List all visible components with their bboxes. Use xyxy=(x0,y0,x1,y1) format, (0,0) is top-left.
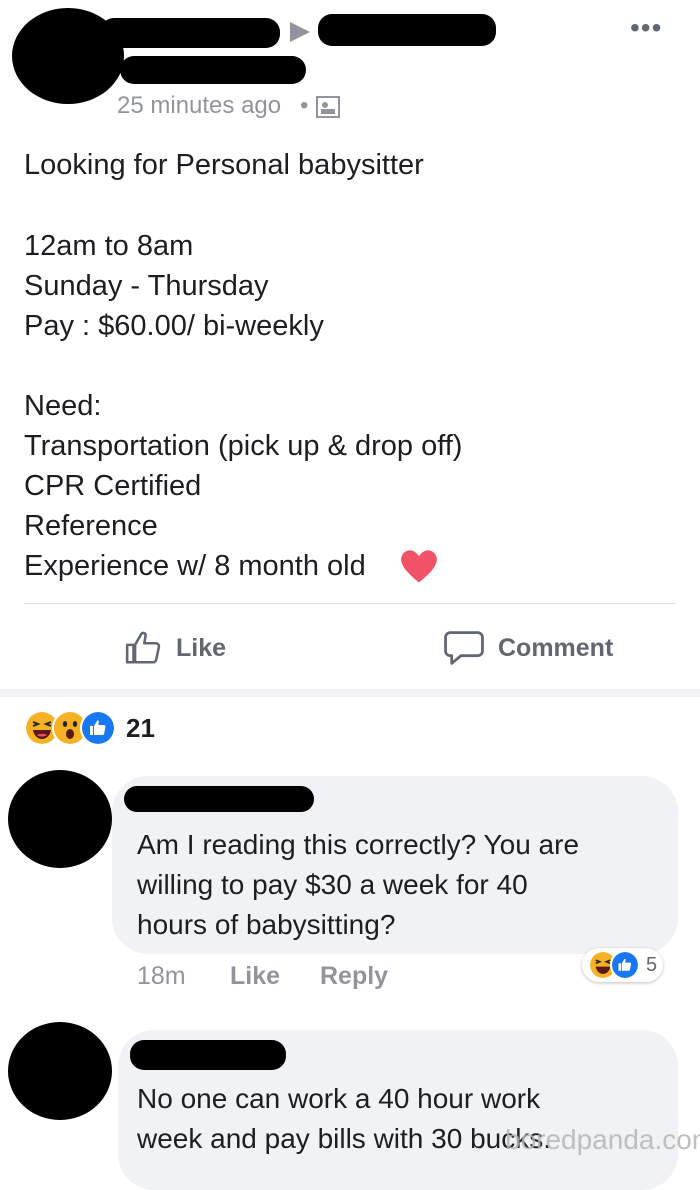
redacted-commenter-avatar xyxy=(8,1022,112,1120)
comment-text-line: Am I reading this correctly? You are xyxy=(137,829,580,860)
post-need-experience: Experience w/ 8 month old xyxy=(24,550,366,582)
comment-text-line: hours of babysitting? xyxy=(137,909,396,940)
post-divider xyxy=(24,603,676,604)
comment-reply-button[interactable]: Reply xyxy=(320,962,388,991)
reaction-count: 21 xyxy=(126,712,155,743)
post-need-cpr: CPR Certified xyxy=(24,470,202,502)
heart-emoji-icon xyxy=(401,550,437,583)
like-reaction-icon xyxy=(80,710,116,746)
like-button[interactable]: Like xyxy=(124,628,226,668)
post-headline: Looking for Personal babysitter xyxy=(24,149,424,181)
meta-separator: • xyxy=(300,92,309,119)
redacted-author-name xyxy=(100,18,280,48)
post-pay: Pay : $60.00/ bi-weekly xyxy=(24,310,324,342)
post-need-reference: Reference xyxy=(24,510,158,542)
like-reaction-icon xyxy=(610,950,640,980)
comment-label: Comment xyxy=(498,633,614,662)
comment-button[interactable]: Comment xyxy=(444,628,613,668)
post-need-transport: Transportation (pick up & drop off) xyxy=(24,430,463,462)
redacted-commenter-name xyxy=(130,1040,286,1070)
redacted-group-name xyxy=(318,14,496,46)
watermark: boredpanda.com xyxy=(505,1124,700,1155)
comment-bubble-icon xyxy=(444,631,484,665)
comment-timestamp: 18m xyxy=(137,962,186,990)
thumbs-up-icon xyxy=(125,631,161,664)
reactions-summary[interactable]: 21 xyxy=(24,710,155,746)
comment-reactions[interactable]: 5 xyxy=(582,948,664,982)
comment-text-line: willing to pay $30 a week for 40 xyxy=(137,869,528,900)
comment-text-line: No one can work a 40 hour work xyxy=(137,1083,541,1114)
post-timestamp[interactable]: 25 minutes ago xyxy=(117,92,281,120)
redacted-subtitle xyxy=(120,56,306,84)
comment-like-button[interactable]: Like xyxy=(230,962,280,991)
post-need-heading: Need: xyxy=(24,390,102,422)
redacted-commenter-name xyxy=(124,786,314,812)
post-hours: 12am to 8am xyxy=(24,230,194,262)
like-label: Like xyxy=(176,633,227,662)
redacted-commenter-avatar xyxy=(8,770,112,868)
comment-reaction-count: 5 xyxy=(646,953,658,976)
more-options-icon[interactable]: ••• xyxy=(630,12,662,44)
post-days: Sunday - Thursday xyxy=(24,270,269,302)
comment-text-line: week and pay bills with 30 bucks. xyxy=(137,1123,551,1154)
section-separator xyxy=(0,689,700,697)
privacy-group-icon xyxy=(316,96,340,118)
arrow-right-icon xyxy=(290,22,310,42)
